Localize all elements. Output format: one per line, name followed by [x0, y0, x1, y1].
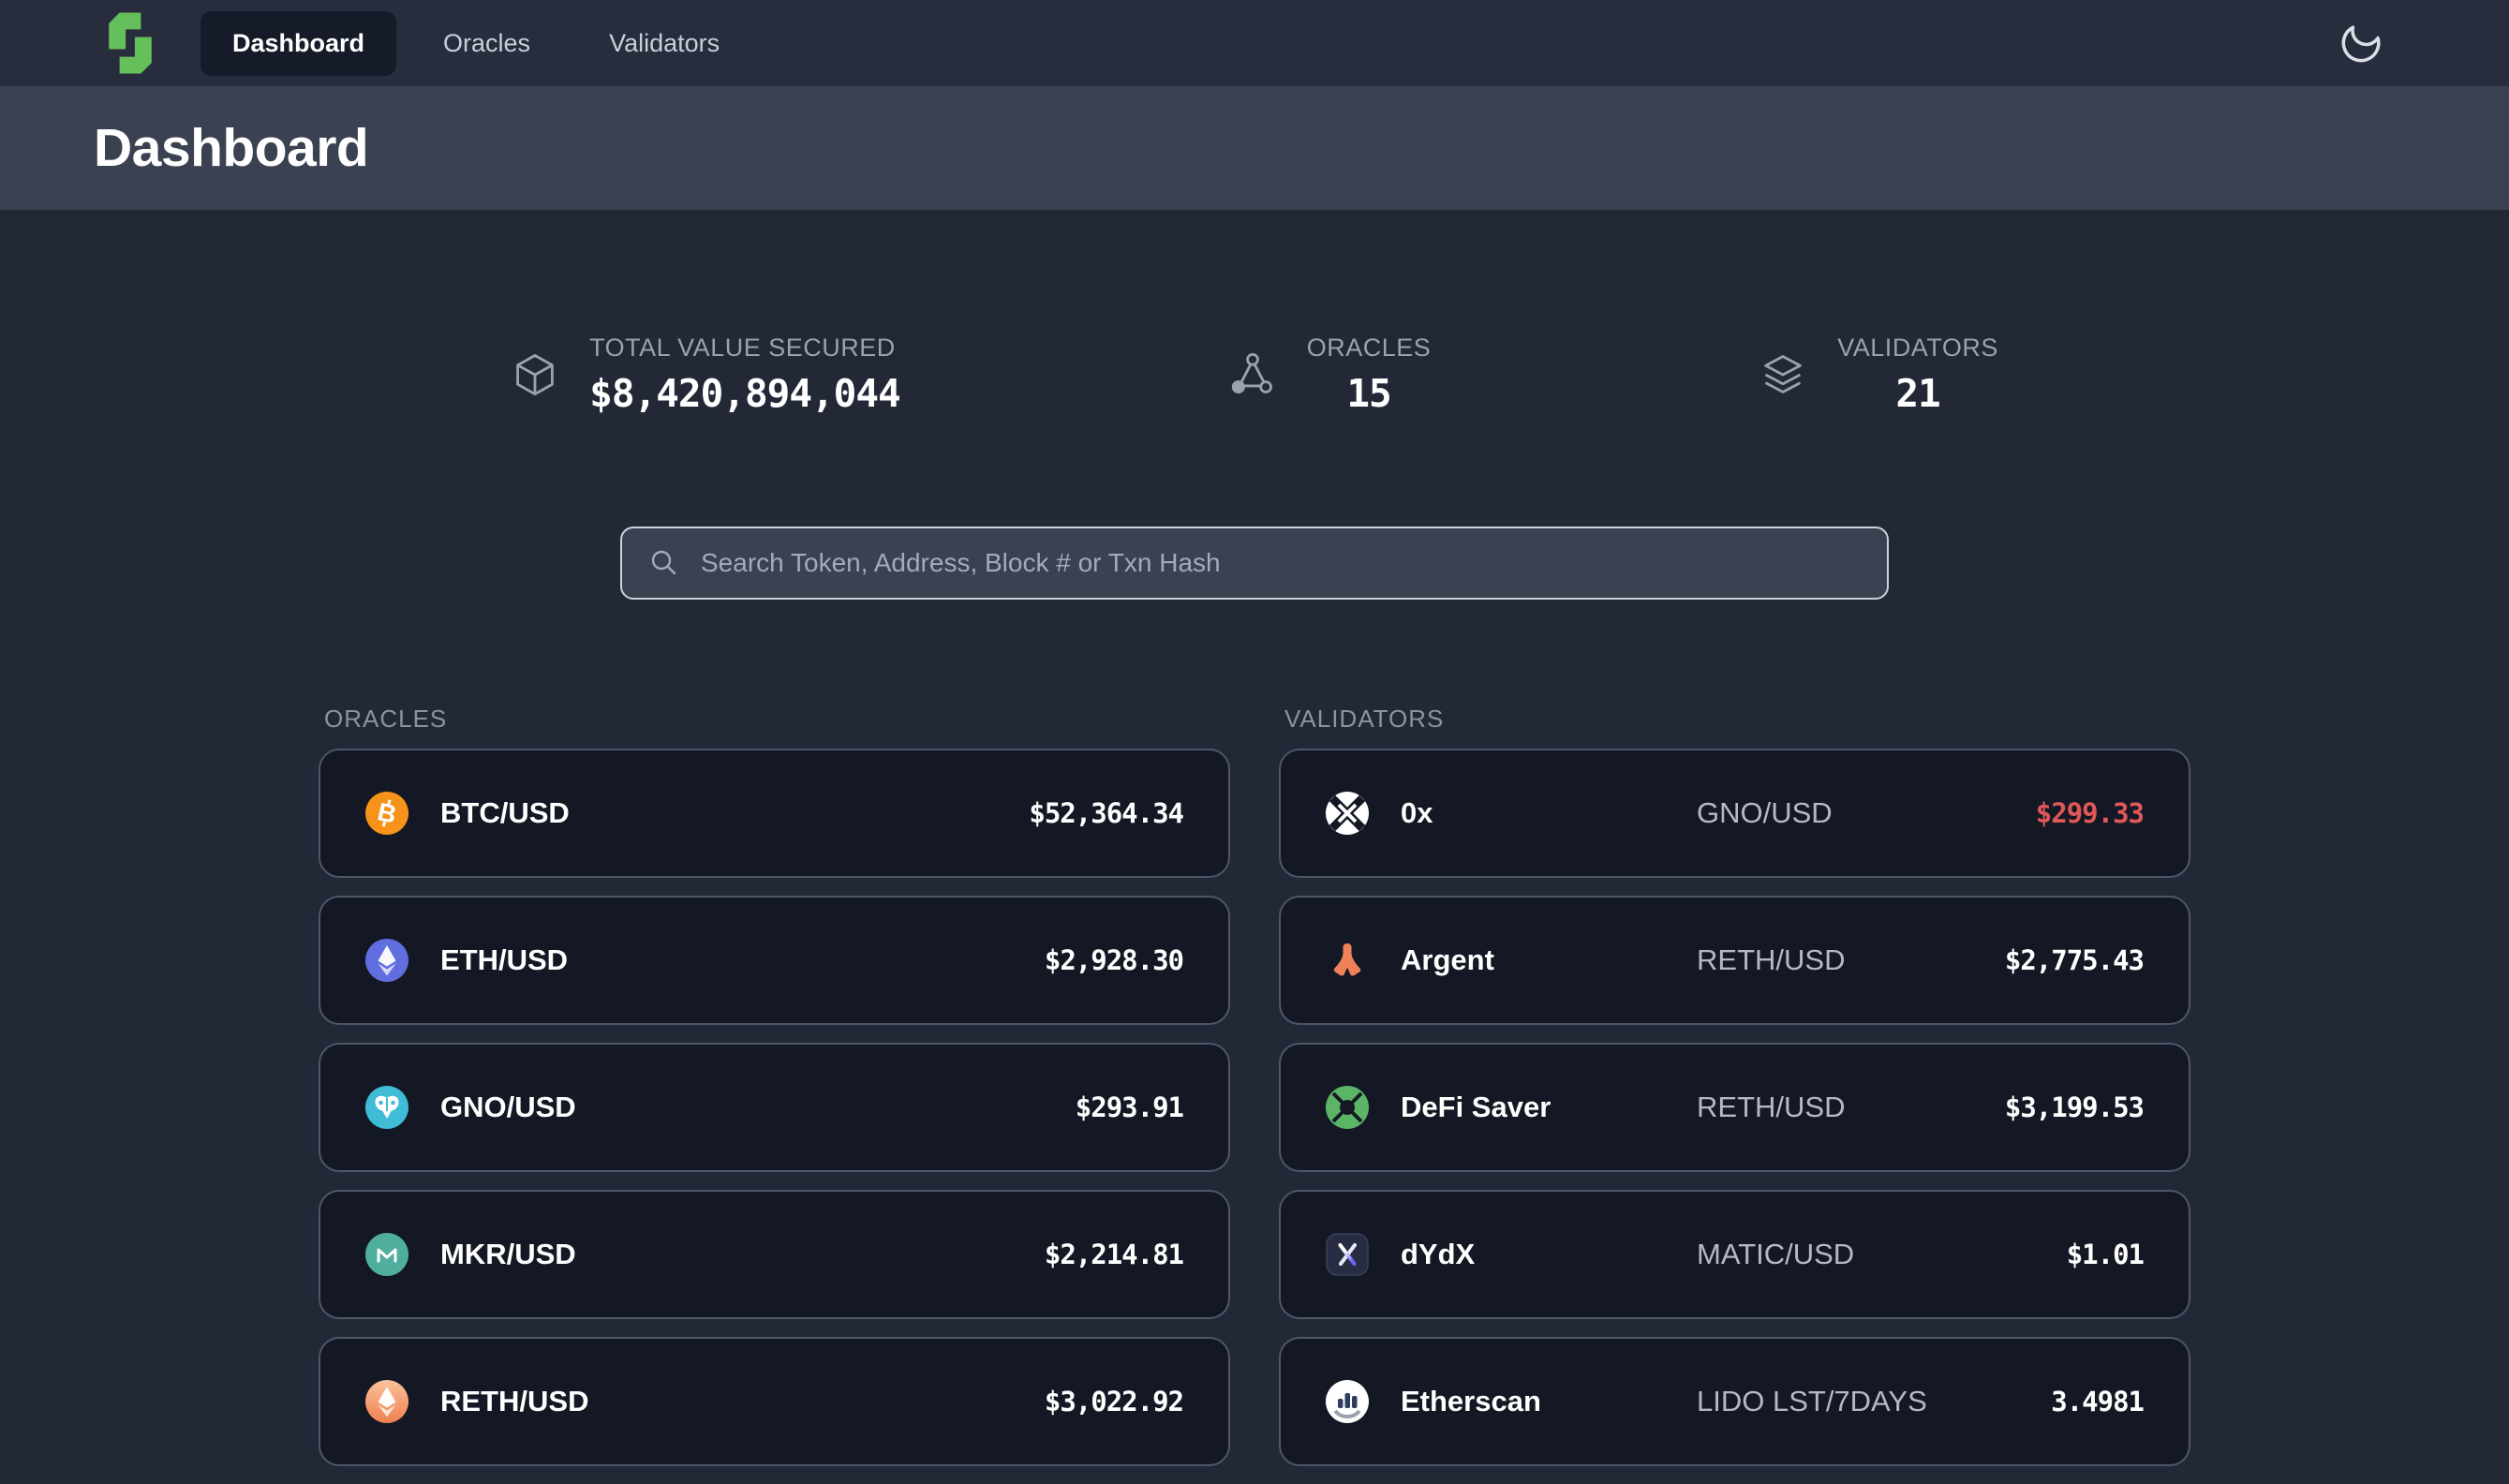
theme-toggle-button[interactable] [2337, 19, 2385, 67]
brand-logo[interactable] [94, 7, 167, 80]
page-title: Dashboard [94, 117, 368, 179]
argent-icon [1326, 939, 1369, 982]
oracle-price: $3,022.92 [812, 1386, 1184, 1417]
eth-icon [365, 939, 408, 982]
validator-name: dYdX [1401, 1238, 1697, 1271]
moon-icon [2330, 12, 2391, 73]
tab-validators[interactable]: Validators [577, 11, 751, 76]
search-input[interactable] [699, 547, 1861, 579]
validator-row-etherscan[interactable]: Etherscan LIDO LST/7DAYS 3.4981 [1279, 1337, 2190, 1466]
search-icon [648, 547, 680, 579]
validator-name: Argent [1401, 943, 1697, 977]
validator-pair: GNO/USD [1697, 796, 1978, 830]
dydx-icon [1326, 1233, 1369, 1276]
tab-dashboard[interactable]: Dashboard [200, 11, 396, 76]
tab-oracles[interactable]: Oracles [411, 11, 562, 76]
oracle-row-eth-usd[interactable]: ETH/USD $2,928.30 [319, 896, 1230, 1025]
defi-saver-icon [1326, 1086, 1369, 1129]
oracle-price: $2,214.81 [812, 1239, 1184, 1270]
nav-tabs: Dashboard Oracles Validators [200, 11, 751, 76]
oracles-column: ORACLES B BTC/USD $52,364.34 ETH/USD $2,… [319, 705, 1230, 1484]
oracle-pair-label: BTC/USD [440, 796, 812, 830]
oracle-row-reth-usd[interactable]: RETH/USD $3,022.92 [319, 1337, 1230, 1466]
stat-value: $8,420,894,044 [589, 371, 900, 416]
top-nav: Dashboard Oracles Validators [0, 0, 2509, 86]
oracle-pair-label: ETH/USD [440, 943, 812, 977]
validator-row-0x[interactable]: 0x GNO/USD $299.33 [1279, 749, 2190, 878]
cube-icon [511, 350, 559, 399]
oracle-row-gno-usd[interactable]: GNO/USD $293.91 [319, 1043, 1230, 1172]
network-icon [1228, 350, 1277, 399]
validator-price: 3.4981 [1978, 1386, 2144, 1417]
validator-name: DeFi Saver [1401, 1091, 1697, 1124]
oracle-pair-label: RETH/USD [440, 1385, 812, 1418]
main-lists: ORACLES B BTC/USD $52,364.34 ETH/USD $2,… [319, 705, 2190, 1484]
oracle-pair-label: GNO/USD [440, 1091, 812, 1124]
btc-icon: B [365, 792, 408, 835]
stat-value: 21 [1837, 371, 1998, 416]
brand-logo-icon [94, 7, 167, 80]
stat-value: 15 [1307, 371, 1432, 416]
validator-pair: RETH/USD [1697, 943, 1978, 977]
validator-pair: RETH/USD [1697, 1091, 1978, 1124]
stat-label: ORACLES [1307, 334, 1432, 363]
oracle-row-mkr-usd[interactable]: MKR/USD $2,214.81 [319, 1190, 1230, 1319]
stat-oracles: ORACLES 15 [1228, 334, 1432, 416]
oracles-section-label: ORACLES [324, 705, 1230, 734]
mkr-icon [365, 1233, 408, 1276]
validator-row-argent[interactable]: Argent RETH/USD $2,775.43 [1279, 896, 2190, 1025]
layers-icon [1759, 350, 1807, 399]
validator-row-dydx[interactable]: dYdX MATIC/USD $1.01 [1279, 1190, 2190, 1319]
stat-validators: VALIDATORS 21 [1759, 334, 1998, 416]
page-header: Dashboard [0, 86, 2509, 210]
validator-name: 0x [1401, 796, 1697, 830]
oracle-price: $293.91 [812, 1091, 1184, 1123]
validators-column: VALIDATORS 0x GNO/USD $299.33 Argent RET… [1279, 705, 2190, 1484]
gno-icon [365, 1086, 408, 1129]
stat-label: TOTAL VALUE SECURED [589, 334, 900, 363]
validator-pair: MATIC/USD [1697, 1238, 1978, 1271]
validators-section-label: VALIDATORS [1284, 705, 2190, 734]
validator-price: $1.01 [1978, 1239, 2144, 1270]
stat-total-value-secured: TOTAL VALUE SECURED $8,420,894,044 [511, 334, 900, 416]
oracle-row-btc-usd[interactable]: B BTC/USD $52,364.34 [319, 749, 1230, 878]
validator-name: Etherscan [1401, 1385, 1697, 1418]
validator-price: $299.33 [1978, 797, 2144, 829]
validator-price: $3,199.53 [1978, 1091, 2144, 1123]
oracle-price: $52,364.34 [812, 797, 1184, 829]
oracle-pair-label: MKR/USD [440, 1238, 812, 1271]
stats-row: TOTAL VALUE SECURED $8,420,894,044 ORACL… [0, 334, 2509, 416]
0x-icon [1326, 792, 1369, 835]
etherscan-icon [1326, 1380, 1369, 1423]
validator-price: $2,775.43 [1978, 944, 2144, 976]
search-bar [620, 527, 1889, 600]
validator-row-defi-saver[interactable]: DeFi Saver RETH/USD $3,199.53 [1279, 1043, 2190, 1172]
validator-pair: LIDO LST/7DAYS [1697, 1385, 1978, 1418]
reth-icon [365, 1380, 408, 1423]
oracle-price: $2,928.30 [812, 944, 1184, 976]
stat-label: VALIDATORS [1837, 334, 1998, 363]
